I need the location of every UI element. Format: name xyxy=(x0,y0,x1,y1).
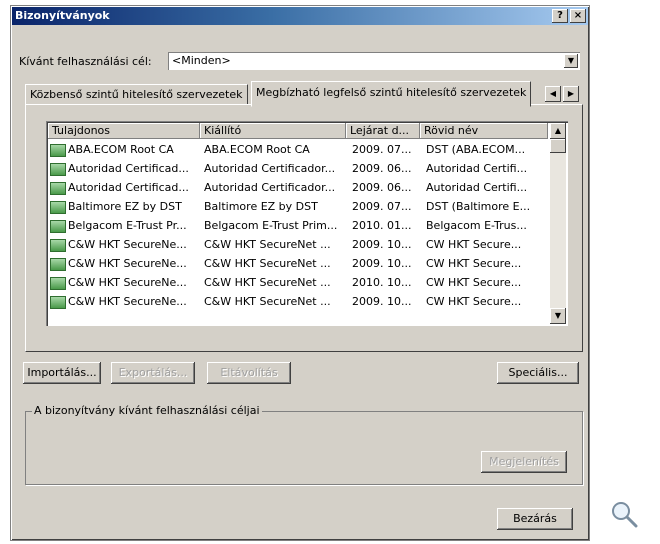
list-cell: Belgacom E-Trust Pr... xyxy=(68,219,187,232)
column-header-friendly-name[interactable]: Rövid név xyxy=(420,123,548,139)
help-button[interactable]: ? xyxy=(552,9,568,23)
list-cell: C&W HKT SecureNet ... xyxy=(204,257,331,270)
certificate-icon xyxy=(50,258,66,271)
list-cell: Autoridad Certifi... xyxy=(426,162,528,175)
certificate-icon xyxy=(50,201,66,214)
scroll-up-button[interactable]: ▲ xyxy=(550,123,566,139)
list-cell: 2010. 10... xyxy=(352,276,412,289)
list-cell: DST (Baltimore E... xyxy=(426,200,531,213)
list-cell: CW HKT Secure... xyxy=(426,295,522,308)
close-button[interactable]: Bezárás xyxy=(497,508,573,530)
column-header-issuer[interactable]: Kiállító xyxy=(200,123,346,139)
list-item[interactable]: Baltimore EZ by DST Baltimore EZ by DST 20… xyxy=(48,198,548,216)
list-cell: Autoridad Certificad... xyxy=(68,162,189,175)
purpose-dropdown[interactable]: <Minden> ▼ xyxy=(168,52,580,70)
list-cell: Autoridad Certifi... xyxy=(426,181,528,194)
list-scrollbar[interactable]: ▲ ▼ xyxy=(550,123,566,324)
import-button[interactable]: Importálás... xyxy=(23,362,101,384)
certificates-dialog: Bizonyítványok ? × Kívánt felhasználási … xyxy=(10,5,590,541)
certificate-icon xyxy=(50,239,66,252)
list-cell: ABA.ECOM Root CA xyxy=(68,143,174,156)
purpose-value: <Minden> xyxy=(172,54,231,67)
export-button[interactable]: Exportálás... xyxy=(111,362,195,384)
list-cell: Belgacom E-Trust Prim... xyxy=(204,219,338,232)
tab-label: Közbenső szintű hitelesítő szervezetek xyxy=(30,88,243,101)
column-header-owner[interactable]: Tulajdonos xyxy=(48,123,200,139)
list-cell: C&W HKT SecureNet ... xyxy=(204,276,331,289)
list-cell: 2009. 10... xyxy=(352,257,412,270)
list-item[interactable]: C&W HKT SecureNe... C&W HKT SecureNet ...… xyxy=(48,236,548,254)
close-window-button[interactable]: × xyxy=(570,9,586,23)
remove-button[interactable]: Eltávolítás xyxy=(207,362,291,384)
list-cell: 2009. 07... xyxy=(352,143,412,156)
purpose-label: Kívánt felhasználási cél: xyxy=(19,55,152,68)
list-cell: 2009. 06... xyxy=(352,162,412,175)
list-cell: 2009. 06... xyxy=(352,181,412,194)
certificate-list[interactable]: Tulajdonos Kiállító Lejárat d... Rövid n… xyxy=(46,121,568,326)
list-item[interactable]: Autoridad Certificad... Autoridad Certifi… xyxy=(48,160,548,178)
list-cell: C&W HKT SecureNet ... xyxy=(204,238,331,251)
certificate-icon xyxy=(50,277,66,290)
certificate-icon xyxy=(50,296,66,309)
chevron-down-icon[interactable]: ▼ xyxy=(564,54,578,68)
list-cell: Baltimore EZ by DST xyxy=(204,200,318,213)
certificate-icon xyxy=(50,144,66,157)
list-cell: C&W HKT SecureNe... xyxy=(68,238,187,251)
list-cell: ABA.ECOM Root CA xyxy=(204,143,310,156)
certificate-icon xyxy=(50,182,66,195)
column-header-expiry[interactable]: Lejárat d... xyxy=(346,123,420,139)
list-cell: C&W HKT SecureNet ... xyxy=(204,295,331,308)
list-cell: DST (ABA.ECOM... xyxy=(426,143,526,156)
scroll-thumb[interactable] xyxy=(550,139,566,153)
list-item[interactable]: ABA.ECOM Root CA ABA.ECOM Root CA 2009. 07… xyxy=(48,141,548,159)
list-cell: Belgacom E-Trus... xyxy=(426,219,527,232)
list-cell: CW HKT Secure... xyxy=(426,276,522,289)
advanced-button[interactable]: Speciális... xyxy=(497,362,579,384)
list-cell: Autoridad Certificador... xyxy=(204,162,336,175)
tab-intermediate-ca[interactable]: Közbenső szintű hitelesítő szervezetek xyxy=(25,84,248,105)
purposes-group: A bizonyítvány kívánt felhasználási célj… xyxy=(25,404,583,485)
title-bar: Bizonyítványok ? × xyxy=(12,7,588,25)
list-cell: Autoridad Certificad... xyxy=(68,181,189,194)
tab-panel: Tulajdonos Kiállító Lejárat d... Rövid n… xyxy=(25,104,583,352)
list-cell: 2009. 07... xyxy=(352,200,412,213)
purposes-group-label: A bizonyítvány kívánt felhasználási célj… xyxy=(32,404,262,417)
certificate-icon xyxy=(50,163,66,176)
list-item[interactable]: Autoridad Certificad... Autoridad Certifi… xyxy=(48,179,548,197)
tab-label: Megbízható legfelső szintű hitelesítő sz… xyxy=(256,86,527,99)
window-title: Bizonyítványok xyxy=(15,9,110,22)
tab-scroll-right-button[interactable]: ▶ xyxy=(563,86,579,102)
list-cell: C&W HKT SecureNe... xyxy=(68,295,187,308)
list-cell: CW HKT Secure... xyxy=(426,238,522,251)
list-cell: C&W HKT SecureNe... xyxy=(68,257,187,270)
list-cell: C&W HKT SecureNe... xyxy=(68,276,187,289)
list-item[interactable]: Belgacom E-Trust Pr... Belgacom E-Trust P… xyxy=(48,217,548,235)
list-cell: 2010. 01... xyxy=(352,219,412,232)
list-cell: 2009. 10... xyxy=(352,238,412,251)
tab-scroll-left-button[interactable]: ◀ xyxy=(545,86,561,102)
scroll-down-button[interactable]: ▼ xyxy=(550,308,566,324)
list-cell: 2009. 10... xyxy=(352,295,412,308)
list-item[interactable]: C&W HKT SecureNe... C&W HKT SecureNet ...… xyxy=(48,255,548,273)
tab-trusted-root-ca[interactable]: Megbízható legfelső szintű hitelesítő sz… xyxy=(251,81,532,107)
list-cell: CW HKT Secure... xyxy=(426,257,522,270)
list-item[interactable]: C&W HKT SecureNe... C&W HKT SecureNet ...… xyxy=(48,293,548,311)
list-cell: Autoridad Certificador... xyxy=(204,181,336,194)
list-item[interactable]: C&W HKT SecureNe... C&W HKT SecureNet ...… xyxy=(48,274,548,292)
certificate-icon xyxy=(50,220,66,233)
magnifier-icon[interactable] xyxy=(610,500,638,528)
list-cell: Baltimore EZ by DST xyxy=(68,200,182,213)
view-button[interactable]: Megjelenítés xyxy=(481,451,567,473)
